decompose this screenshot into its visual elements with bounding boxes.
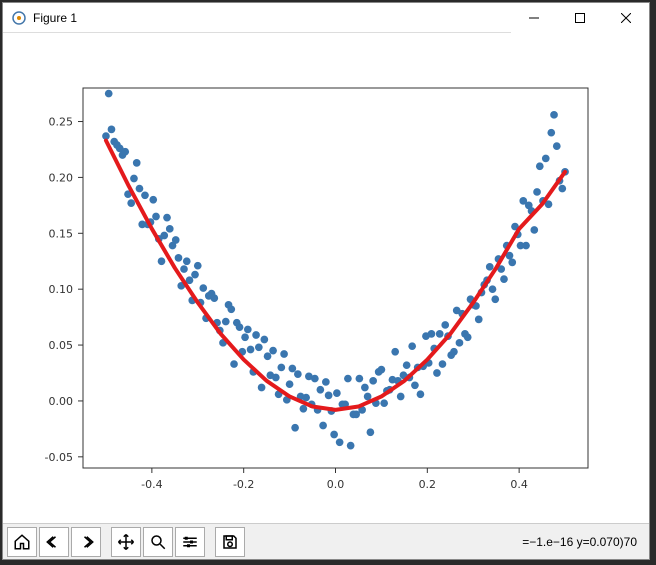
svg-text:0.4: 0.4 (510, 478, 528, 491)
toolbar: =−1.e−16 y=0.070)70 (3, 523, 649, 559)
svg-text:-0.4: -0.4 (141, 478, 162, 491)
svg-text:0.15: 0.15 (49, 227, 74, 240)
svg-text:0.2: 0.2 (419, 478, 437, 491)
svg-text:0.20: 0.20 (49, 171, 74, 184)
subplots-button[interactable] (175, 527, 205, 557)
svg-text:0.10: 0.10 (49, 283, 74, 296)
minimize-button[interactable] (511, 3, 557, 33)
close-button[interactable] (603, 3, 649, 33)
maximize-button[interactable] (557, 3, 603, 33)
zoom-button[interactable] (143, 527, 173, 557)
plot-svg: -0.4 -0.2 0.0 0.2 0.4 -0.05 0.00 0.05 0.10 0.15 0.… (3, 33, 649, 523)
figure-canvas[interactable]: -0.4 -0.2 0.0 0.2 0.4 -0.05 0.00 0.05 0.10 0.15 0.… (3, 33, 649, 523)
app-icon (11, 10, 27, 26)
back-button[interactable] (39, 527, 69, 557)
svg-text:0.00: 0.00 (49, 395, 74, 408)
cursor-status: =−1.e−16 y=0.070)70 (247, 535, 645, 549)
titlebar: Figure 1 (3, 3, 649, 33)
svg-text:-0.05: -0.05 (45, 451, 73, 464)
save-button[interactable] (215, 527, 245, 557)
pan-button[interactable] (111, 527, 141, 557)
svg-text:0.0: 0.0 (327, 478, 345, 491)
svg-text:0.05: 0.05 (49, 339, 74, 352)
app-window: Figure 1 -0.4 -0.2 0.0 0.2 0.4 -0.05 0.00 0.05 0… (2, 2, 650, 560)
forward-button[interactable] (71, 527, 101, 557)
svg-text:-0.2: -0.2 (233, 478, 254, 491)
home-button[interactable] (7, 527, 37, 557)
svg-text:0.25: 0.25 (49, 116, 74, 129)
window-title: Figure 1 (33, 11, 511, 25)
